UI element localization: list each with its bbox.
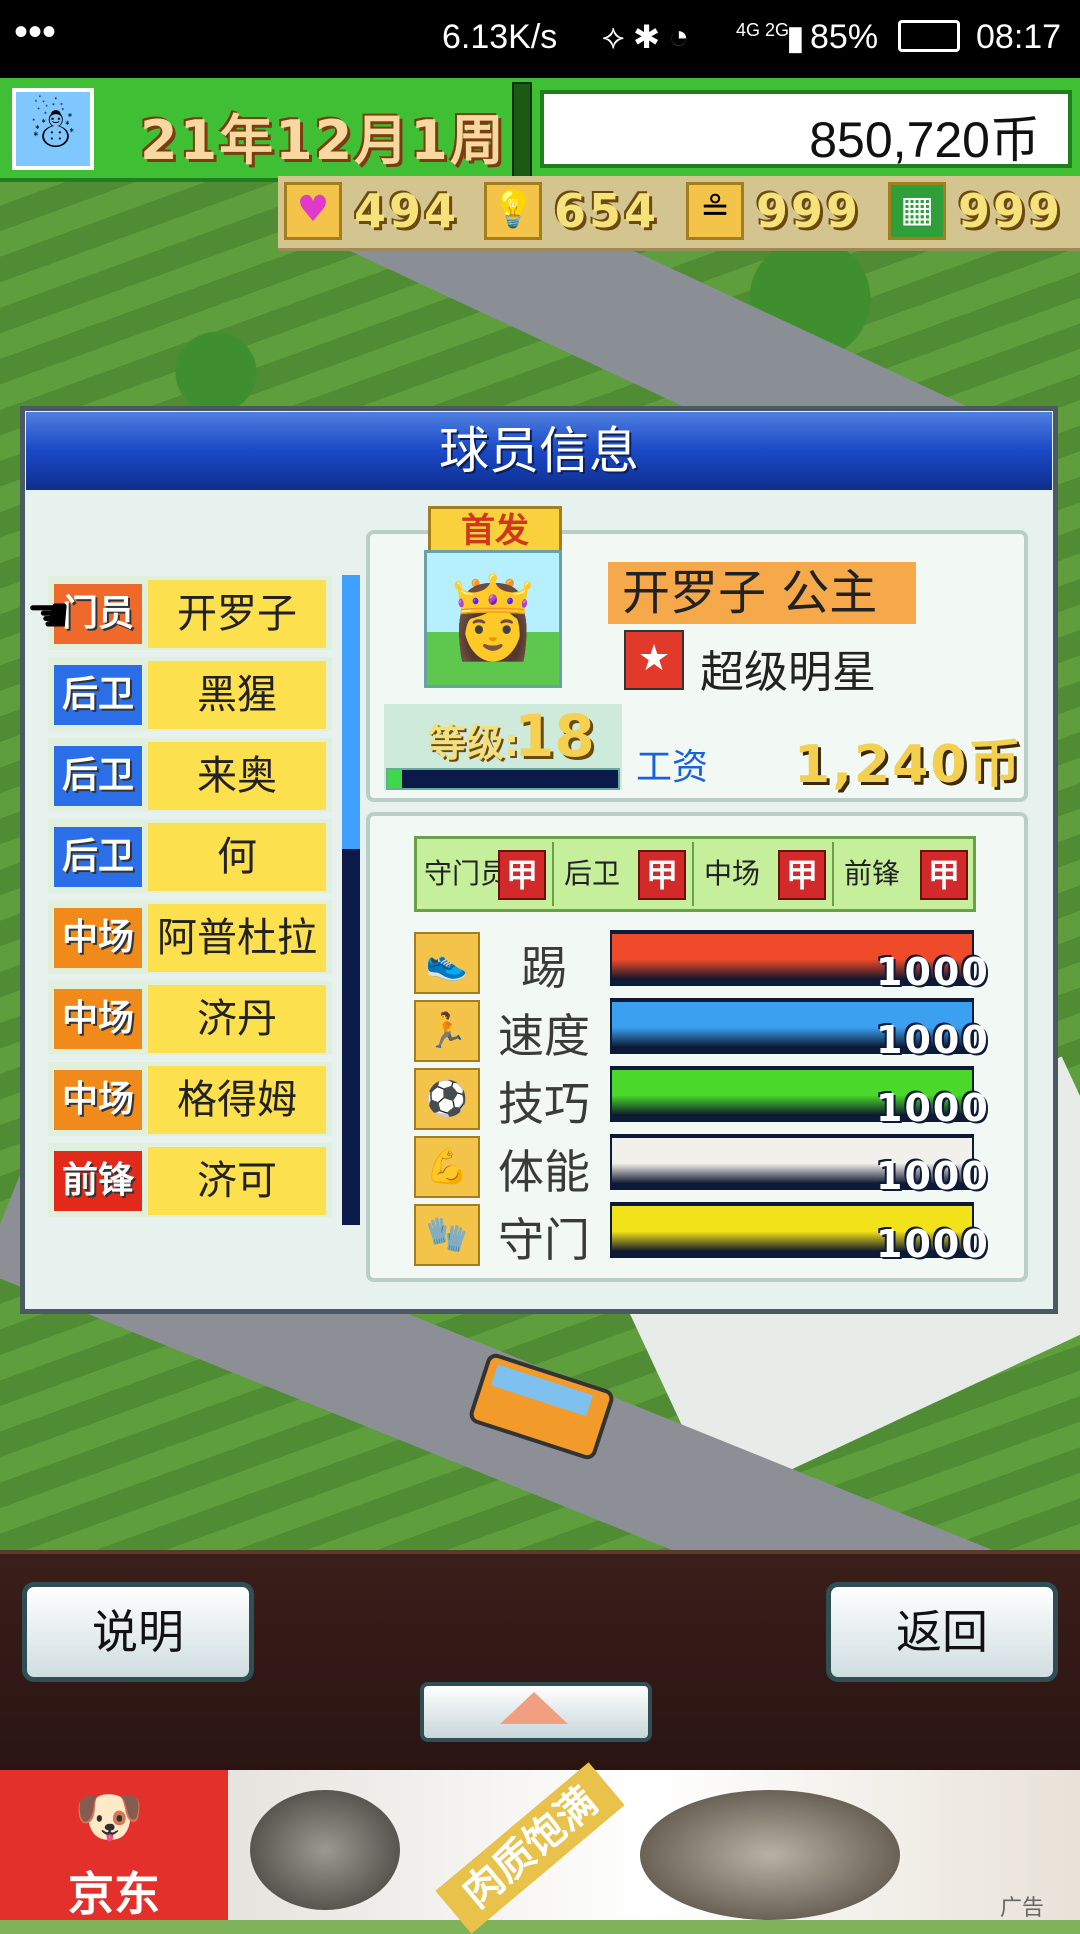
position-tag: 后卫 [54,665,142,725]
clock: 08:17 [976,18,1062,56]
player-name: 开罗子 [148,580,326,648]
player-name: 来奥 [148,742,326,810]
stat-label: 速度 [498,1009,590,1063]
money-value: 850,720币 [809,112,1040,168]
player-name: 格得姆 [148,1066,326,1134]
superstar-icon: ★ [624,630,684,690]
stat-value: 1000 [876,1154,990,1198]
player-row[interactable]: 后卫 何 [48,819,332,893]
position-tag: 中场 [54,989,142,1049]
ad-tag: 广告 [1000,1896,1045,1921]
experience-fill [388,770,402,788]
snowman-avatar-icon[interactable]: ☃ [12,88,94,170]
stat-label: 技巧 [498,1077,590,1131]
network-speed: 6.13K/s [442,18,558,56]
player-name: 黑猩 [148,661,326,729]
player-row[interactable]: 中场 济丹 [48,981,332,1055]
triangle-up-icon [500,1692,568,1724]
position-tag: 后卫 [54,746,142,806]
heart-icon: ♥ [284,182,342,240]
dialog-title: 球员信息 [439,422,639,480]
position-tag: 前锋 [54,1151,142,1211]
aptitude-position: 后卫 [564,857,621,890]
stat-label: 守门 [498,1213,590,1267]
aptitude-grade: 甲 [638,850,686,900]
player-row[interactable]: 门员 开罗子 [48,576,332,650]
player-full-name: 开罗子 公主 [608,562,916,624]
status-bar: ••• 6.13K/s ⟡ ✱ ◔ 4G 2G ▮ 85% 08:17 [0,0,1080,78]
level-value: 18 [514,702,595,770]
ad-brand: 京东 [68,1867,160,1921]
network-type: 4G 2G [736,20,790,40]
aptitude-defender: 后卫 甲 [558,842,694,906]
game-date: 21年12月1周 [140,109,506,172]
money-display: 850,720币 [540,90,1072,168]
resource-value: 999 [958,184,1064,238]
stat-label: 体能 [498,1145,590,1199]
field-icon: ▦ [888,182,946,240]
player-row[interactable]: 后卫 黑猩 [48,657,332,731]
stat-value: 1000 [876,1018,990,1062]
aptitude-position: 中场 [704,857,761,890]
aptitude-goalkeeper: 守门员 甲 [418,842,554,906]
help-button[interactable]: 说明 [22,1582,254,1682]
aptitude-forward: 前锋 甲 [838,842,974,906]
player-name: 济可 [148,1147,326,1215]
technique-icon: ⚽ [414,1068,480,1130]
abalone-image [250,1790,400,1910]
starter-badge: 首发 [428,506,562,556]
resource-value: 654 [554,184,660,238]
stat-value: 1000 [876,1086,990,1130]
aptitude-position: 守门员 [424,857,509,890]
back-button[interactable]: 返回 [826,1582,1058,1682]
salary-value: 1,240币 [794,735,1023,795]
scrollbar-thumb[interactable] [342,575,360,849]
player-row[interactable]: 后卫 来奥 [48,738,332,812]
player-name: 阿普杜拉 [148,904,326,972]
jd-dog-icon: 🐶 [74,1785,144,1850]
resource-value: 999 [756,184,862,238]
position-tag: 中场 [54,908,142,968]
aptitude-position: 前锋 [844,857,901,890]
stat-value: 1000 [876,950,990,994]
abalone-image [640,1790,900,1920]
player-row[interactable]: 前锋 济可 [48,1143,332,1217]
lightbulb-icon: 💡 [484,182,542,240]
player-row[interactable]: 中场 阿普杜拉 [48,900,332,974]
hud-divider [512,82,532,178]
player-title: 超级明星 [700,647,876,698]
money-bag-icon: ≗ [686,182,744,240]
salary-label: 工资 [636,747,709,788]
battery-percent: 85% [810,18,879,56]
resource-value: 494 [354,184,460,238]
more-icon: ••• [14,10,57,54]
aptitude-grade: 甲 [778,850,826,900]
kick-icon: 👟 [414,932,480,994]
aptitude-grade: 甲 [498,850,546,900]
battery-icon [898,20,960,52]
aptitude-grade: 甲 [920,850,968,900]
stamina-icon: 💪 [414,1136,480,1198]
player-name: 何 [148,823,326,891]
position-tag: 中场 [54,1070,142,1130]
player-name: 济丹 [148,985,326,1053]
hand-pointer-icon: ☚ [26,586,71,644]
speed-icon: 🏃 [414,1000,480,1062]
player-row[interactable]: 中场 格得姆 [48,1062,332,1136]
player-portrait: 👸 [424,550,562,688]
experience-bar [386,768,620,790]
signal-icons: ⟡ ✱ ◔ [602,18,690,56]
stat-label: 踢 [521,941,567,995]
stat-value: 1000 [876,1222,990,1266]
position-tag: 后卫 [54,827,142,887]
signal-bars-icon: ▮ [786,19,805,57]
keeper-icon: 🧤 [414,1204,480,1266]
aptitude-midfielder: 中场 甲 [698,842,834,906]
level-label: 等级: [428,721,520,765]
